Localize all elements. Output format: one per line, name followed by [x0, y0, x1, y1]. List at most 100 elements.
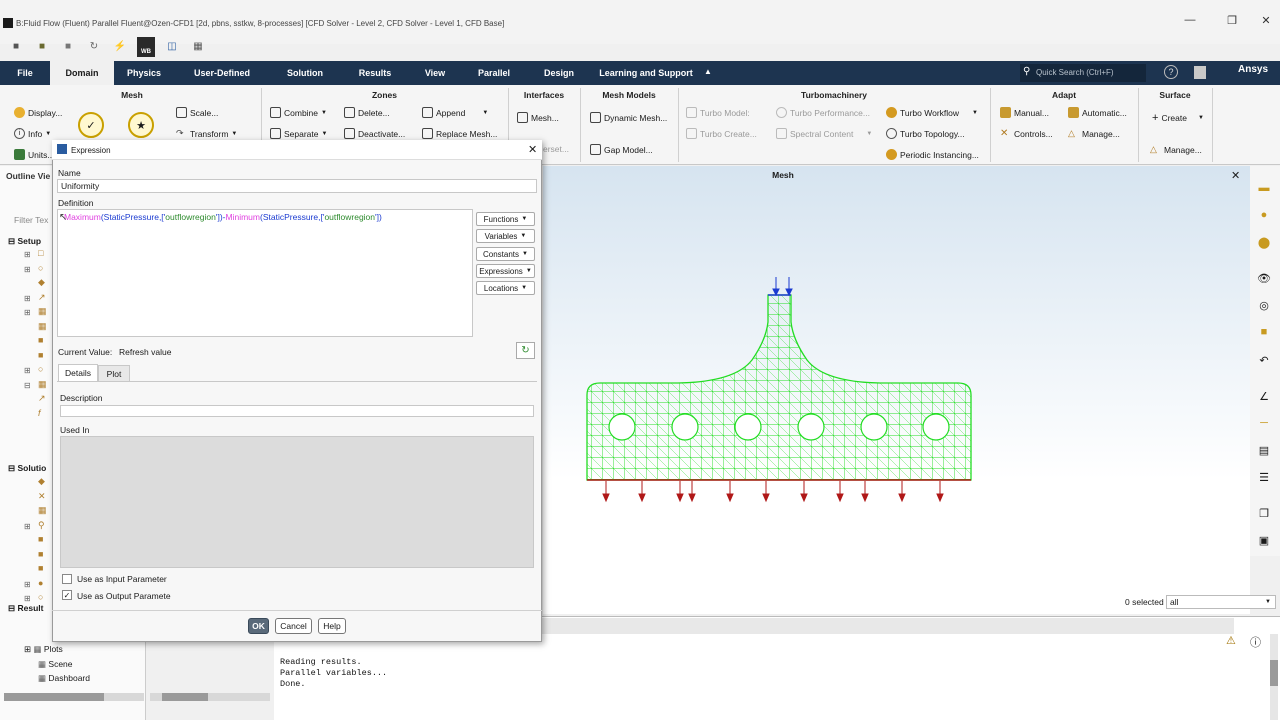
ok-button[interactable]: OK — [248, 618, 269, 634]
dynamic-mesh-button[interactable]: Dynamic Mesh... — [590, 112, 667, 123]
minimize-icon[interactable]: — — [1180, 14, 1200, 26]
tree-plots[interactable]: ⊞ ▦ Plots — [24, 644, 63, 655]
console-info-icon[interactable]: ⓘ — [1250, 634, 1261, 650]
turbo-workflow-button[interactable]: Turbo Workflow ▼ — [886, 107, 978, 118]
selection-filter-select[interactable]: all ▼ — [1166, 595, 1276, 609]
variables-button[interactable]: Variables ▼ — [476, 229, 535, 243]
tab-learning-support[interactable]: Learning and Support — [590, 61, 702, 85]
hide-icon[interactable]: ◎ — [1254, 295, 1274, 315]
adapt-manual-button[interactable]: Manual... — [1000, 107, 1049, 118]
axes-icon[interactable]: ∠ — [1254, 386, 1274, 406]
used-in-list[interactable] — [60, 436, 534, 568]
maximize-icon[interactable]: ❐ — [1222, 14, 1242, 27]
constants-button[interactable]: Constants ▼ — [476, 247, 535, 261]
turbo-model-button[interactable]: Turbo Model: — [686, 107, 750, 118]
overset-button[interactable]: erset... — [543, 144, 569, 154]
refresh-icon[interactable]: ↻ — [516, 342, 535, 359]
tab-user-defined[interactable]: User-Defined — [174, 61, 270, 85]
lightning-icon[interactable]: ⚡ — [113, 39, 127, 53]
workbench-icon[interactable]: WB — [137, 37, 155, 57]
display-mesh-button[interactable]: Display... — [14, 107, 62, 118]
adapt-manage-button[interactable]: △ Manage... — [1068, 128, 1120, 139]
annotate-icon[interactable]: ▤ — [1254, 440, 1274, 460]
tree-scene[interactable]: ▦ Scene — [38, 659, 73, 670]
tree-solution[interactable]: ⊟ Solutio — [8, 463, 46, 474]
turbo-create-button[interactable]: Turbo Create... — [686, 128, 757, 139]
interface-mesh-button[interactable]: Mesh... — [517, 112, 559, 123]
undo-view-icon[interactable]: ↶ — [1254, 350, 1274, 370]
use-as-output-checkbox[interactable]: ✓ — [62, 590, 72, 600]
tab-physics[interactable]: Physics — [114, 61, 174, 85]
quality-mesh-icon[interactable]: ★ — [128, 112, 154, 138]
adapt-automatic-button[interactable]: Automatic... — [1068, 107, 1127, 118]
tree-dashboard[interactable]: ▦ Dashboard — [38, 673, 90, 684]
task-scrollbar[interactable] — [150, 693, 270, 701]
use-as-input-checkbox[interactable] — [62, 574, 72, 584]
tab-design[interactable]: Design — [528, 61, 590, 85]
dialog-close-icon[interactable]: ✕ — [528, 143, 537, 156]
separate-button[interactable]: Separate ▼ — [270, 128, 327, 139]
view-iso-icon[interactable]: ● — [1254, 205, 1274, 225]
tab-view[interactable]: View — [410, 61, 460, 85]
description-input[interactable] — [60, 405, 534, 417]
close-icon[interactable]: ✕ — [1256, 14, 1276, 27]
help-button[interactable]: Help — [318, 618, 346, 634]
tree-setup[interactable]: ⊟ Setup — [8, 236, 41, 247]
tab-plot[interactable]: Plot — [98, 365, 130, 382]
locations-button[interactable]: Locations ▼ — [476, 281, 535, 295]
replace-mesh-button[interactable]: Replace Mesh... — [422, 128, 497, 139]
console-scrollbar[interactable] — [1270, 634, 1278, 720]
collapse-ribbon-icon[interactable]: ▲ — [704, 67, 712, 76]
combine-button[interactable]: Combine ▼ — [270, 107, 327, 118]
select-icon[interactable]: ■ — [1254, 322, 1274, 342]
legend-icon[interactable]: ☰ — [1254, 467, 1274, 487]
new-case-icon[interactable]: ■ — [9, 39, 23, 53]
notes-icon[interactable] — [1194, 66, 1206, 79]
cancel-button[interactable]: Cancel — [275, 618, 312, 634]
reload-icon[interactable]: ↻ — [87, 39, 101, 53]
tab-details[interactable]: Details — [58, 364, 98, 382]
turbo-topology-button[interactable]: Turbo Topology... — [886, 128, 965, 139]
scale-button[interactable]: Scale... — [176, 107, 218, 118]
name-input[interactable]: Uniformity — [57, 179, 537, 193]
tree-results[interactable]: ⊟ Result — [8, 603, 43, 614]
view-front-icon[interactable]: ▬ — [1254, 178, 1274, 198]
screenshot-icon[interactable]: ▣ — [1254, 530, 1274, 550]
close-graphics-icon[interactable]: ✕ — [1231, 169, 1240, 182]
quick-search-input[interactable]: Quick Search (Ctrl+F) — [1020, 64, 1146, 82]
info-button[interactable]: i Info ▼ — [14, 128, 51, 139]
tab-domain[interactable]: Domain — [50, 61, 114, 85]
append-button[interactable]: Append ▼ — [422, 107, 488, 118]
layout-icon[interactable]: ▦ — [191, 39, 205, 53]
units-button[interactable]: Units... — [14, 149, 54, 160]
adapt-controls-button[interactable]: ✕ Controls... — [1000, 128, 1053, 139]
deactivate-button[interactable]: Deactivate... — [344, 128, 405, 139]
outline-scrollbar[interactable] — [4, 693, 144, 701]
delete-zone-button[interactable]: Delete... — [344, 107, 390, 118]
tab-file[interactable]: File — [0, 61, 50, 85]
ruler-icon[interactable]: ─ — [1254, 413, 1274, 433]
tab-solution[interactable]: Solution — [270, 61, 340, 85]
transform-button[interactable]: ↷ Transform ▼ — [176, 128, 237, 139]
view-side-icon[interactable]: ⬤ — [1254, 232, 1274, 252]
gap-model-button[interactable]: Gap Model... — [590, 144, 653, 155]
visibility-icon[interactable]: 👁 — [1254, 268, 1274, 288]
turbo-performance-button[interactable]: Turbo Performance... — [776, 107, 870, 118]
outline-filter-input[interactable]: Filter Tex — [14, 215, 48, 225]
write-case-icon[interactable]: ■ — [61, 39, 75, 53]
tab-parallel[interactable]: Parallel — [460, 61, 528, 85]
expressions-button[interactable]: Expressions ▼ — [476, 264, 535, 278]
periodic-instancing-button[interactable]: Periodic Instancing... — [886, 149, 979, 160]
definition-editor[interactable]: Maximum(StaticPressure,['outflowregion']… — [57, 209, 473, 337]
surface-create-button[interactable]: + Create ▼ — [1152, 112, 1204, 124]
read-case-icon[interactable]: ■ — [35, 39, 49, 53]
functions-button[interactable]: Functions ▼ — [476, 212, 535, 226]
copy-icon[interactable]: ❐ — [1254, 503, 1274, 523]
help-icon[interactable]: ? — [1164, 65, 1178, 79]
tab-results[interactable]: Results — [340, 61, 410, 85]
parameters-icon[interactable]: ◫ — [165, 39, 179, 53]
surface-manage-button[interactable]: △ Manage... — [1150, 144, 1202, 155]
spectral-content-button[interactable]: Spectral Content ▼ — [776, 128, 872, 139]
check-mesh-icon[interactable]: ✓ — [78, 112, 104, 138]
warning-icon[interactable]: ⚠ — [1226, 634, 1236, 647]
